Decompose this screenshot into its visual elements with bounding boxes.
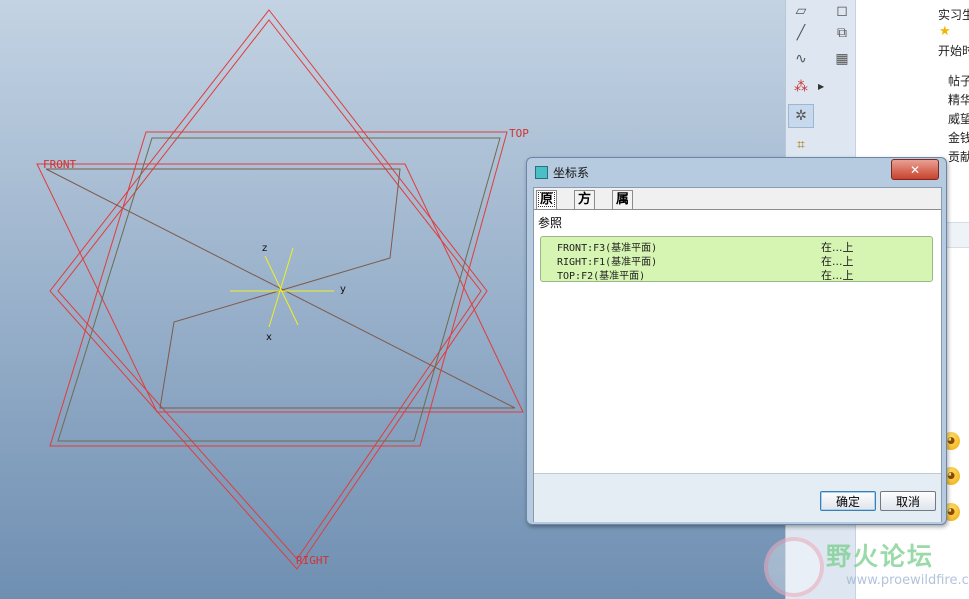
offset-icon[interactable]: ⧉ [830, 22, 854, 44]
watermark-logo-icon [764, 537, 824, 597]
reference-name: TOP:F2(基准平面) [557, 271, 646, 282]
origin-tab-panel: 参照 FRONT:F3(基准平面) 在...上 RIGHT:F1(基准平面) 在… [534, 209, 941, 473]
cancel-button[interactable]: 取消 [880, 491, 936, 511]
prestige-label: 威望 [948, 112, 969, 126]
curve-icon[interactable]: ∿ [789, 48, 813, 70]
tab-origin[interactable]: 原点 [536, 190, 558, 225]
right-datum-plane[interactable] [49, 9, 488, 570]
y-axis-label: y [340, 284, 346, 295]
posts-label: 帖子 [948, 74, 969, 88]
constraint-type[interactable]: 在...上 [821, 267, 854, 283]
references-label: 参照 [538, 216, 563, 230]
line-icon[interactable]: ╱ [789, 22, 813, 44]
forum-watermark: 野火论坛 www.proewildfire.cn [756, 533, 969, 599]
contribution-label: 贡献 [948, 150, 969, 164]
start-time-label: 开始时 [938, 44, 969, 58]
plane-icon[interactable]: ▱ [789, 0, 813, 22]
flyout-arrow-icon[interactable]: ▶ [818, 82, 824, 91]
digest-label: 精华 [948, 93, 969, 107]
reference-name: RIGHT:F1(基准平面) [557, 257, 658, 268]
z-axis-label: z [262, 243, 267, 254]
watermark-title: 野火论坛 [826, 542, 935, 571]
list-item[interactable]: FRONT:F3(基准平面) 在...上 [557, 239, 927, 254]
top-datum-label[interactable]: TOP [509, 127, 529, 140]
reference-name: FRONT:F3(基准平面) [557, 243, 658, 254]
list-item[interactable]: TOP:F2(基准平面) 在...上 [557, 267, 927, 283]
right-datum-label[interactable]: RIGHT [296, 554, 329, 567]
dialog-footer: 确定 取消 [534, 473, 941, 522]
user-title: 实习生 [938, 8, 969, 22]
references-list[interactable]: FRONT:F3(基准平面) 在...上 RIGHT:F1(基准平面) 在...… [540, 236, 933, 282]
tab-orientation[interactable]: 方向 [574, 190, 596, 225]
cube-icon[interactable]: ◻ [830, 0, 854, 22]
tab-properties[interactable]: 属性 [612, 190, 634, 225]
coordinate-system-dialog: 坐标系 ✕ 原点 方向 属性 参照 FRONT:F3(基准平面) 在...上 R… [526, 157, 947, 525]
x-axis-label: x [266, 332, 272, 343]
top-datum-plane[interactable] [49, 131, 508, 447]
front-datum-label[interactable]: FRONT [43, 158, 76, 171]
dialog-titlebar[interactable]: 坐标系 ✕ [527, 158, 946, 184]
list-item[interactable]: RIGHT:F1(基准平面) 在...上 [557, 253, 927, 268]
money-label: 金钱 [948, 131, 969, 145]
coordinate-system-csys[interactable]: z y x [230, 243, 346, 343]
dialog-app-icon [535, 166, 548, 179]
close-button[interactable]: ✕ [891, 159, 939, 180]
point-icon[interactable]: ⁂ [789, 76, 813, 98]
sketch-icon[interactable]: ⌗ [789, 134, 813, 156]
star-icon: ★ [939, 24, 951, 39]
watermark-url: www.proewildfire.cn [846, 573, 969, 588]
dialog-title: 坐标系 [553, 166, 590, 180]
coordinate-system-icon[interactable]: ✲ [788, 104, 814, 128]
dialog-body: 原点 方向 属性 参照 FRONT:F3(基准平面) 在...上 RIGHT:F… [533, 187, 942, 522]
ok-button[interactable]: 确定 [820, 491, 876, 511]
grid-icon[interactable]: ▦ [830, 48, 854, 70]
